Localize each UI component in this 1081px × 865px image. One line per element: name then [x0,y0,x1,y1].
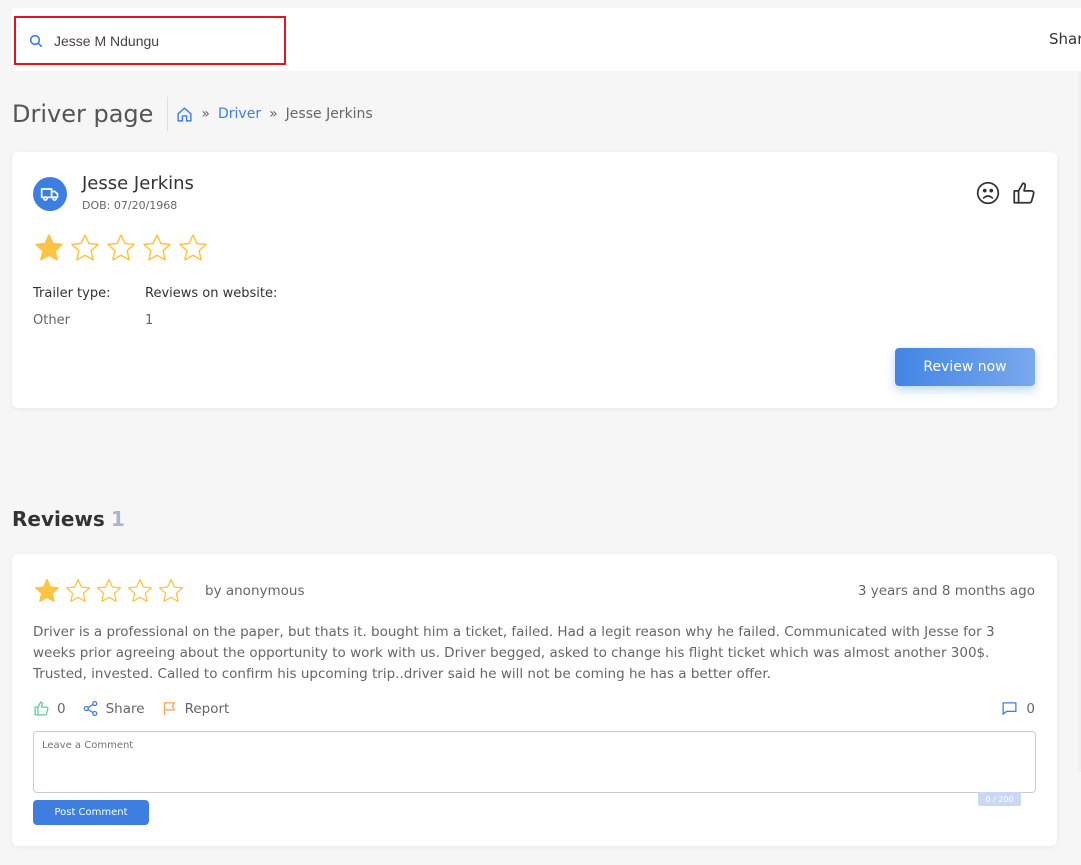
review-timestamp: 3 years and 8 months ago [857,583,1035,599]
trailer-type-block: Trailer type: Other [33,286,110,328]
star-empty-icon [179,234,207,261]
search-box[interactable] [14,16,286,65]
share-icon [83,700,97,717]
trailer-type-value: Other [33,313,70,328]
comment-input[interactable] [33,731,1036,793]
flag-icon [163,702,175,715]
truck-icon [40,188,59,201]
driver-rating-stars [33,232,209,264]
search-icon [29,34,43,47]
comments-button[interactable]: 0 [1001,700,1035,717]
comment-icon [1002,702,1017,715]
star-empty-icon [158,578,184,603]
breadcrumb-separator: » [269,106,278,122]
report-label: Report [184,700,230,717]
star-filled-icon [34,578,60,603]
star-filled-icon [35,234,63,261]
star-empty-icon [65,578,91,603]
reviews-count: 1 [110,507,125,531]
reviews-on-website-label: Reviews on website: [145,286,278,301]
thumbs-up-icon [34,701,49,716]
driver-actions [975,180,1037,206]
sad-face-icon[interactable] [975,180,1001,206]
share-button[interactable]: Share [82,700,145,717]
driver-name: Jesse Jerkins [82,173,194,194]
thumbs-up-icon[interactable] [1011,180,1037,206]
star-empty-icon [127,578,153,603]
page-title: Driver page [12,97,169,131]
breadcrumb-driver-link[interactable]: Driver [218,106,261,122]
review-now-button[interactable]: Review now [895,348,1035,386]
breadcrumb-separator: » [201,106,210,122]
share-label: Share [105,700,145,717]
driver-avatar [33,177,67,211]
star-empty-icon [143,234,171,261]
review-card: by anonymous 3 years and 8 months ago Dr… [12,554,1057,846]
breadcrumb: » Driver » Jesse Jerkins [176,106,373,123]
reviews-on-website-value: 1 [145,313,154,328]
post-comment-button[interactable]: Post Comment [33,800,149,825]
comment-char-counter: 0 / 200 [978,792,1021,806]
home-icon[interactable] [176,106,193,123]
driver-card: Jesse Jerkins DOB: 07/20/1968 Trailer ty… [12,152,1057,408]
trailer-type-label: Trailer type: [33,286,111,301]
breadcrumb-current: Jesse Jerkins [285,106,373,122]
review-actions: 0 Share Report [33,700,245,717]
review-rating-stars [33,577,185,605]
reviews-heading: Reviews 1 [12,507,125,531]
reviews-count-block: Reviews on website: 1 [145,286,277,328]
comments-count: 0 [1026,700,1035,717]
report-button[interactable]: Report [161,700,230,717]
review-text: Driver is a professional on the paper, b… [33,624,995,682]
top-bar: Share [12,8,1081,71]
driver-dob: DOB: 07/20/1968 [82,199,178,212]
like-button[interactable]: 0 [33,700,66,717]
top-share-link[interactable]: Share [1049,30,1081,48]
like-count: 0 [57,700,66,717]
review-author: by anonymous [205,583,305,599]
star-empty-icon [107,234,135,261]
star-empty-icon [71,234,99,261]
page-header: Driver page » Driver » Jesse Jerkins [12,96,373,132]
search-input[interactable] [54,32,254,49]
star-empty-icon [96,578,122,603]
reviews-heading-text: Reviews [12,507,105,531]
